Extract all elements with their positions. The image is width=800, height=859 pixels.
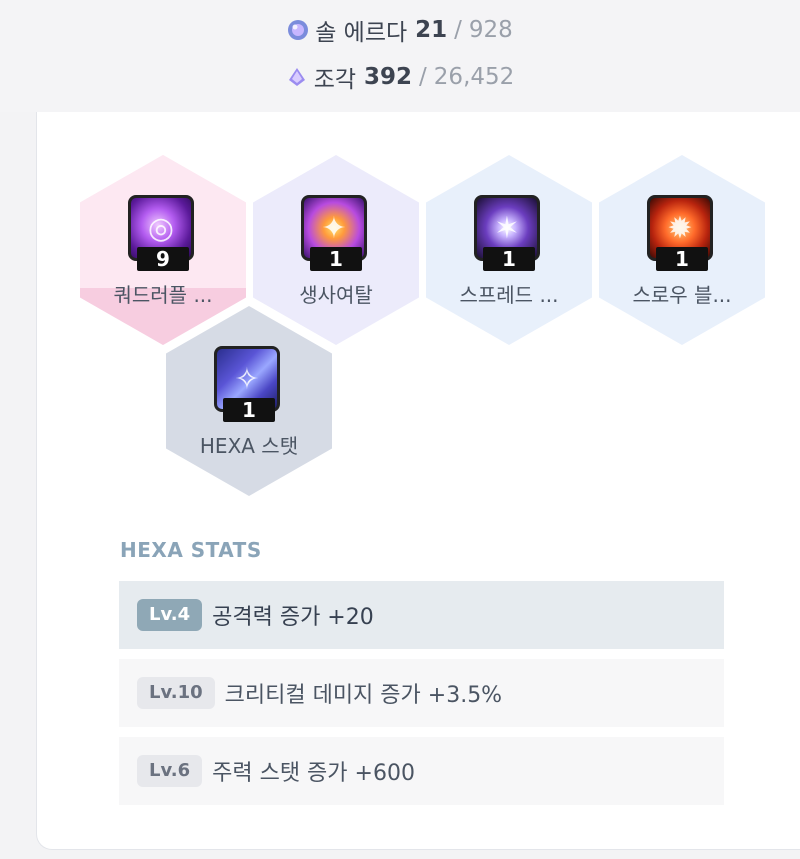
sol-erda-max: 928 [468,17,513,43]
stat-level-badge: Lv.10 [137,677,215,709]
skill-level-badge: 1 [310,247,362,271]
hexa-stat-row-sub2: Lv.6 주력 스탯 증가 +600 [119,737,724,805]
stat-level-badge: Lv.4 [137,599,203,631]
skill-level-badge: 1 [223,398,275,422]
fragment-icon [288,68,305,86]
stat-text: 공격력 증가 +20 [212,605,374,630]
skill-name: 생사여탈 [299,283,373,307]
resource-header: 솔 에르다 21 / 928 조각 392 / 26,452 [0,0,800,112]
sol-erda-icon [288,20,309,40]
stat-text: 크리티컬 데미지 증가 +3.5% [224,683,503,708]
skill-name: HEXA 스탯 [199,434,299,458]
skill-name: 쿼드러플 ... [113,283,213,307]
skill-level-badge: 1 [656,247,708,271]
sol-erda-current: 21 [415,17,448,43]
stat-text: 주력 스탯 증가 +600 [212,761,415,786]
hexa-stat-row-sub1: Lv.10 크리티컬 데미지 증가 +3.5% [119,659,724,727]
hexa-stats-title: HEXA STATS [120,538,262,562]
fragment-max: 26,452 [433,64,515,90]
fragment-current: 392 [364,64,413,90]
fragment-counter: 조각 392 / 26,452 [0,61,800,93]
sol-erda-label: 솔 에르다 [315,20,408,46]
fragment-label: 조각 [313,67,357,93]
skill-level-badge: 9 [137,247,189,271]
skill-level-badge: 1 [483,247,535,271]
hexa-stat-row-main: Lv.4 공격력 증가 +20 [119,581,724,649]
sol-erda-counter: 솔 에르다 21 / 928 [0,14,800,46]
stat-level-badge: Lv.6 [137,755,203,787]
skill-name: 스로우 블... [632,283,732,307]
skill-name: 스프레드 ... [459,283,559,307]
